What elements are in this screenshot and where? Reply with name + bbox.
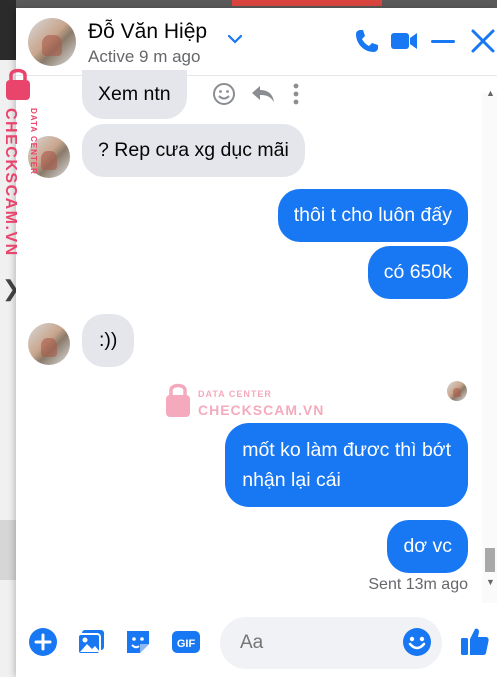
chevron-down-icon[interactable]	[228, 34, 242, 44]
message-bubble-outgoing[interactable]: thôi t cho luôn đấy	[277, 189, 468, 242]
seen-indicator-avatar	[447, 381, 467, 401]
watermark-side-logo: DATA CENTER CHECKSCAM.VN	[4, 68, 38, 257]
contact-status: Active 9 m ago	[88, 47, 201, 66]
message-bubble-incoming[interactable]: ? Rep cưa xg dục mãi	[82, 124, 305, 177]
background-top-bar	[0, 0, 497, 8]
emoji-icon[interactable]	[402, 627, 432, 657]
delivery-status: Sent 13m ago	[368, 576, 468, 593]
scroll-up-arrow[interactable]: ▲	[486, 88, 495, 98]
svg-text:GIF: GIF	[177, 638, 196, 650]
watermark-subtitle: DATA CENTER	[198, 389, 272, 399]
watermark-side-title: CHECKSCAM.VN	[4, 108, 19, 257]
message-text-line: nhận lại cái	[242, 469, 341, 491]
gif-icon[interactable]: GIF	[171, 627, 201, 657]
contact-avatar-small[interactable]	[28, 323, 70, 365]
message-input[interactable]	[238, 631, 392, 655]
message-bubble-outgoing[interactable]: mốt ko làm đươc thì bớt nhận lại cái	[225, 423, 468, 507]
chat-window: Đỗ Văn Hiệp Active 9 m ago ▲ ▼ Xem ntn ?…	[16, 8, 497, 677]
chat-header: Đỗ Văn Hiệp Active 9 m ago	[16, 8, 497, 76]
watermark-title: CHECKSCAM.VN	[198, 402, 324, 418]
contact-avatar[interactable]	[28, 18, 76, 66]
message-input-box[interactable]	[220, 617, 442, 669]
close-icon[interactable]	[468, 26, 497, 56]
scrollbar-track[interactable]	[482, 93, 497, 603]
more-icon[interactable]	[292, 82, 300, 106]
like-icon[interactable]	[459, 625, 491, 657]
react-icon[interactable]	[212, 82, 236, 106]
reply-icon[interactable]	[250, 82, 276, 106]
message-bubble-outgoing[interactable]: dơ vc	[387, 520, 468, 573]
watermark-logo: DATA CENTER CHECKSCAM.VN	[166, 383, 324, 418]
scroll-down-arrow[interactable]: ▼	[486, 577, 495, 587]
plus-icon[interactable]	[28, 627, 58, 657]
scrollbar-thumb[interactable]	[485, 548, 495, 572]
video-icon[interactable]	[389, 26, 419, 56]
phone-icon[interactable]	[352, 26, 382, 56]
minimize-icon[interactable]	[428, 26, 458, 56]
sticker-icon[interactable]	[123, 627, 153, 657]
contact-name[interactable]: Đỗ Văn Hiệp	[88, 20, 207, 44]
watermark-side-subtitle: DATA CENTER	[29, 108, 38, 175]
message-bubble-incoming[interactable]: :))	[82, 314, 135, 367]
photo-icon[interactable]	[76, 627, 106, 657]
message-bubble-incoming[interactable]: Xem ntn	[82, 70, 187, 119]
message-text-line: mốt ko làm đươc thì bớt	[242, 439, 451, 461]
message-bubble-outgoing[interactable]: có 650k	[367, 246, 468, 299]
message-composer: GIF	[16, 608, 497, 677]
